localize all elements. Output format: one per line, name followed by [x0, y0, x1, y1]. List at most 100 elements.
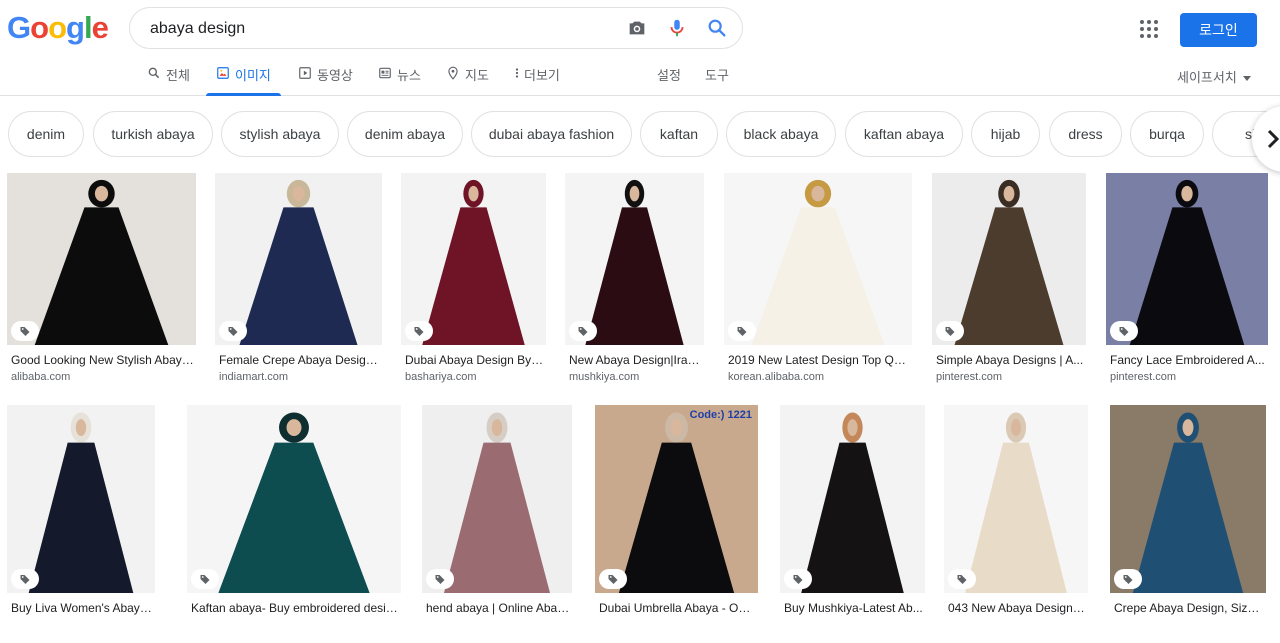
news-icon: [379, 67, 391, 79]
result-title[interactable]: Simple Abaya Designs | A...: [936, 353, 1084, 367]
product-tag-icon: [11, 569, 39, 589]
abaya-dress: [751, 207, 885, 345]
result-thumbnail[interactable]: [565, 173, 704, 345]
result-source[interactable]: alibaba.com: [11, 371, 70, 383]
model-face: [1182, 419, 1194, 437]
safesearch-menu[interactable]: 세이프서치: [1177, 67, 1252, 86]
image-result-card[interactable]: 043 New Abaya Design ...: [944, 405, 1088, 643]
result-source[interactable]: pinterest.com: [1110, 371, 1176, 383]
image-result-card[interactable]: Simple Abaya Designs | A... pinterest.com: [932, 173, 1086, 395]
result-thumbnail[interactable]: [724, 173, 912, 345]
result-thumbnail[interactable]: [7, 173, 196, 345]
tab-videos[interactable]: 동영상: [298, 60, 353, 96]
chip[interactable]: denim: [8, 111, 84, 157]
result-thumbnail[interactable]: [1110, 405, 1266, 593]
chip[interactable]: turkish abaya: [93, 111, 213, 157]
result-title[interactable]: Buy Liva Women's Abaya F...: [11, 601, 153, 615]
abaya-dress: [954, 207, 1064, 345]
result-source[interactable]: mushkiya.com: [569, 371, 639, 383]
product-tag-icon: [1114, 569, 1142, 589]
tab-images[interactable]: 이미지: [206, 60, 281, 96]
chip[interactable]: burqa: [1130, 111, 1204, 157]
logo-letter: g: [66, 10, 85, 45]
image-result-card[interactable]: Crepe Abaya Design, Size : ...: [1110, 405, 1266, 643]
image-result-card[interactable]: Fancy Lace Embroidered A... pinterest.com: [1106, 173, 1268, 395]
product-tag-icon: [191, 569, 219, 589]
caret-down-icon: [1243, 76, 1252, 82]
chip[interactable]: black abaya: [726, 111, 836, 157]
result-title[interactable]: Buy Mushkiya-Latest Ab...: [784, 601, 923, 615]
image-result-card[interactable]: Buy Liva Women's Abaya F...: [7, 405, 155, 643]
result-title[interactable]: New Abaya Design|Iran...: [569, 353, 702, 367]
model-face: [811, 185, 825, 202]
result-thumbnail[interactable]: [1106, 173, 1268, 345]
result-thumbnail[interactable]: [7, 405, 155, 593]
chip[interactable]: kaftan abaya: [845, 111, 963, 157]
camera-icon[interactable]: [626, 17, 648, 39]
microphone-icon[interactable]: [666, 17, 688, 39]
result-title[interactable]: Crepe Abaya Design, Size : ...: [1114, 601, 1264, 615]
google-logo[interactable]: Google: [7, 10, 109, 46]
result-source[interactable]: bashariya.com: [405, 371, 477, 383]
chevron-right-icon: [1267, 129, 1280, 149]
result-source[interactable]: pinterest.com: [936, 371, 1002, 383]
tab-maps[interactable]: 지도: [446, 60, 489, 96]
result-title[interactable]: Fancy Lace Embroidered A...: [1110, 353, 1266, 367]
image-result-card[interactable]: Dubai Abaya Design By ... bashariya.com: [401, 173, 546, 395]
image-result-card[interactable]: Code:) 1221 Dubai Umbrella Abaya - Onli..…: [595, 405, 758, 643]
search-icon: [148, 67, 160, 79]
login-button[interactable]: 로그인: [1180, 13, 1257, 47]
image-result-card[interactable]: Buy Mushkiya-Latest Ab...: [780, 405, 925, 643]
result-source[interactable]: korean.alibaba.com: [728, 371, 824, 383]
product-tag-icon: [948, 569, 976, 589]
abaya-dress: [34, 207, 169, 345]
image-result-card[interactable]: Good Looking New Stylish Abaya ... alibab…: [7, 173, 196, 395]
result-title[interactable]: 043 New Abaya Design ...: [948, 601, 1086, 615]
result-thumbnail[interactable]: [215, 173, 382, 345]
result-thumbnail[interactable]: Code:) 1221: [595, 405, 758, 593]
result-title[interactable]: Female Crepe Abaya Design ...: [219, 353, 380, 367]
chip[interactable]: dubai abaya fashion: [471, 111, 632, 157]
image-result-card[interactable]: Kaftan abaya- Buy embroidered desig...: [187, 405, 401, 643]
result-thumbnail[interactable]: [944, 405, 1088, 593]
abaya-dress: [618, 442, 735, 593]
tab-news[interactable]: 뉴스: [378, 60, 421, 96]
result-title[interactable]: Dubai Abaya Design By ...: [405, 353, 544, 367]
tab-all[interactable]: 전체: [147, 60, 190, 96]
result-title[interactable]: hend abaya | Online Abay...: [426, 601, 570, 615]
logo-letter: e: [91, 10, 109, 45]
image-result-card[interactable]: hend abaya | Online Abay...: [422, 405, 572, 643]
result-thumbnail[interactable]: [187, 405, 401, 593]
chip[interactable]: stylish abaya: [221, 111, 339, 157]
abaya-dress: [443, 442, 551, 593]
result-title[interactable]: Good Looking New Stylish Abaya ...: [11, 353, 194, 367]
tab-label: 전체: [166, 68, 190, 83]
chip[interactable]: dress: [1049, 111, 1122, 157]
result-thumbnail[interactable]: [932, 173, 1086, 345]
abaya-dress: [1132, 442, 1244, 593]
result-title[interactable]: Dubai Umbrella Abaya - Onli...: [599, 601, 756, 615]
search-icon[interactable]: [706, 17, 728, 39]
chip[interactable]: kaftan: [640, 111, 718, 157]
result-thumbnail[interactable]: [422, 405, 572, 593]
image-result-card[interactable]: Female Crepe Abaya Design ... indiamart.c…: [215, 173, 382, 395]
settings-link[interactable]: 설정: [657, 65, 681, 84]
tab-label: 지도: [465, 68, 489, 83]
result-title[interactable]: Kaftan abaya- Buy embroidered desig...: [191, 601, 399, 615]
result-title[interactable]: 2019 New Latest Design Top Qu...: [728, 353, 910, 367]
model-face: [286, 419, 302, 437]
model-face: [94, 185, 109, 202]
apps-grid-icon[interactable]: [1137, 17, 1161, 41]
tools-link[interactable]: 도구: [705, 65, 729, 84]
image-result-card[interactable]: 2019 New Latest Design Top Qu... korean.a…: [724, 173, 912, 395]
image-result-card[interactable]: New Abaya Design|Iran... mushkiya.com: [565, 173, 704, 395]
chip[interactable]: hijab: [971, 111, 1040, 157]
search-input[interactable]: [148, 17, 612, 41]
result-thumbnail[interactable]: [401, 173, 546, 345]
chip[interactable]: denim abaya: [347, 111, 463, 157]
map-pin-icon: [448, 66, 458, 80]
result-thumbnail[interactable]: [780, 405, 925, 593]
product-tag-icon: [599, 569, 627, 589]
tab-more[interactable]: 더보기: [513, 60, 560, 96]
result-source[interactable]: indiamart.com: [219, 371, 288, 383]
